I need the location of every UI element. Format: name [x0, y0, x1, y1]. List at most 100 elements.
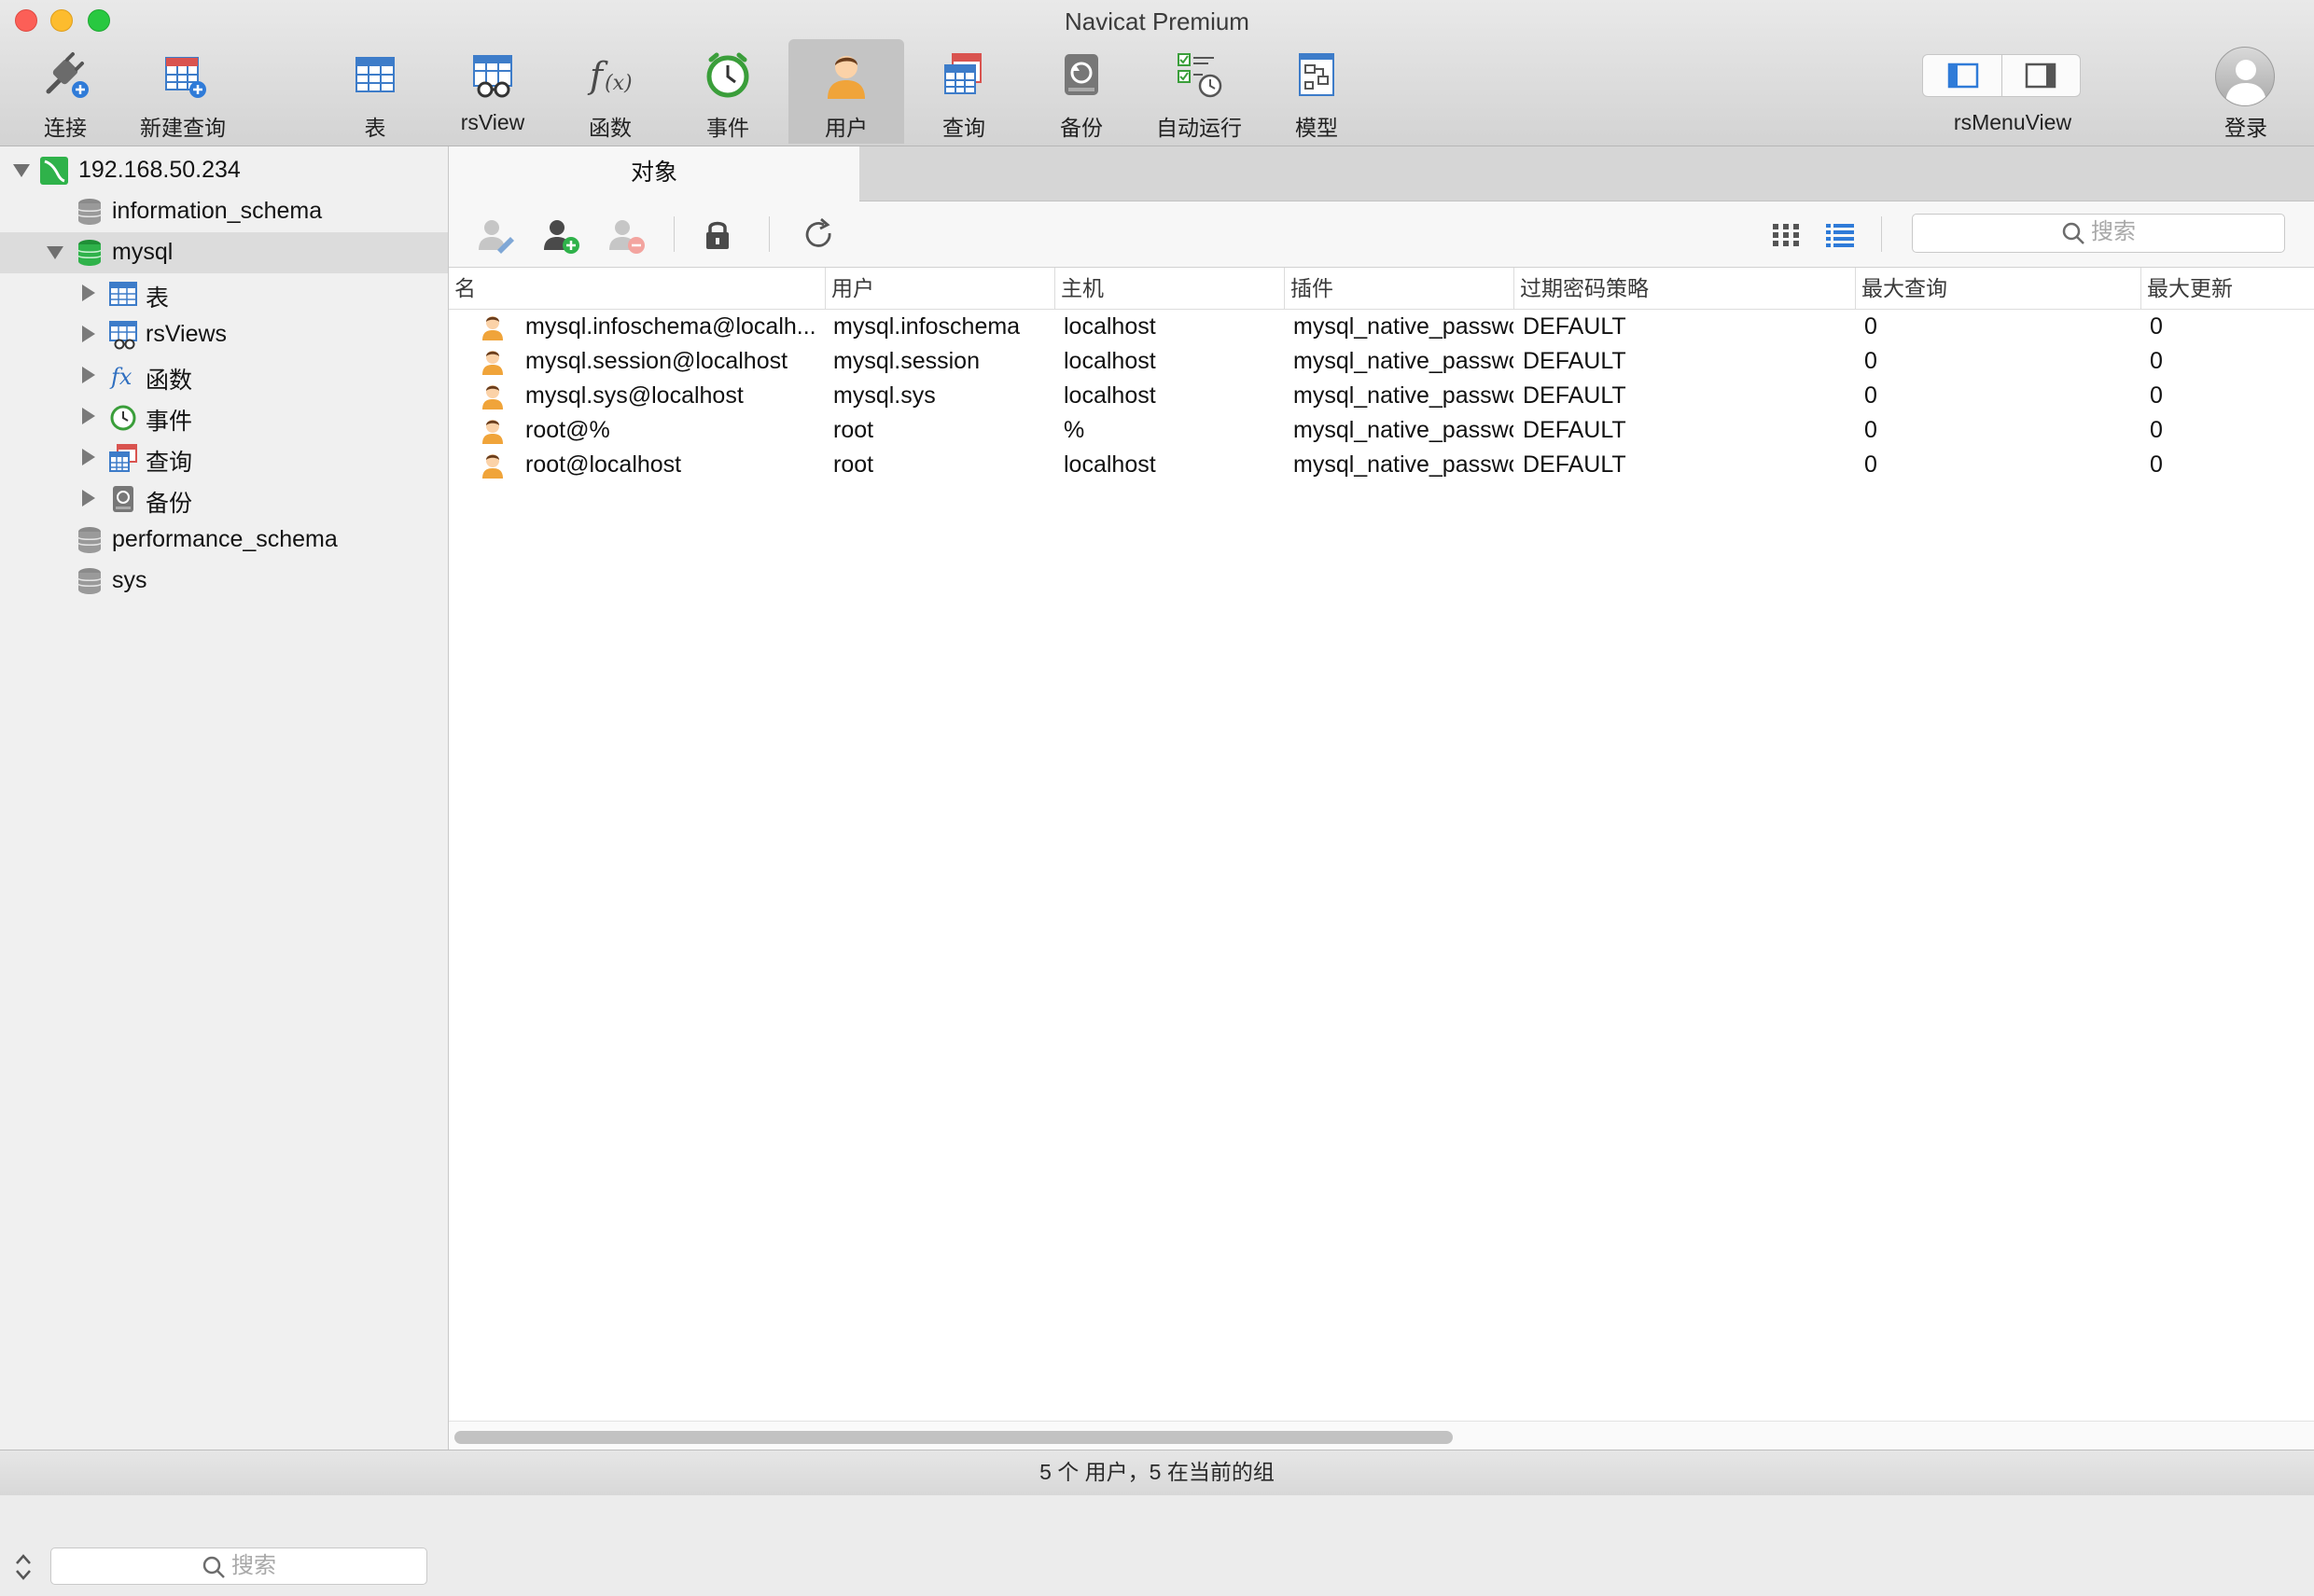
- scrollbar-thumb[interactable]: [454, 1431, 1453, 1444]
- svg-text:(x): (x): [605, 72, 633, 95]
- cell-host: %: [1064, 417, 1085, 443]
- tree-item-tables[interactable]: 表: [0, 273, 448, 314]
- expand-triangle-icon[interactable]: [82, 367, 95, 383]
- column-header-host[interactable]: 主机: [1055, 268, 1285, 309]
- tree-db-sys[interactable]: sys: [0, 561, 448, 602]
- backup-icon: [1065, 54, 1098, 95]
- cell-host: localhost: [1064, 313, 1156, 340]
- toolbar-user-button[interactable]: 用户: [788, 39, 904, 144]
- toolbar-new-query-button[interactable]: 新建查询: [125, 39, 241, 144]
- column-header-plugin[interactable]: 插件: [1285, 268, 1514, 309]
- object-toolbar: 搜索: [449, 201, 2314, 268]
- toolbar-table-button[interactable]: 表: [317, 39, 433, 144]
- cell-name: root@localhost: [525, 451, 682, 478]
- cell-name: mysql.sys@localhost: [525, 382, 744, 409]
- sidebar-search-input[interactable]: 搜索: [50, 1547, 427, 1585]
- toolbar-function-button[interactable]: f (x) 函数: [552, 39, 668, 144]
- tree-item-label: 查询: [146, 450, 193, 476]
- cell-host: localhost: [1064, 348, 1156, 374]
- collapse-triangle-icon[interactable]: [47, 246, 63, 259]
- expand-triangle-icon[interactable]: [82, 408, 95, 424]
- toolbar-table-label: 表: [364, 116, 386, 140]
- toolbar-query-button[interactable]: 查询: [906, 39, 1022, 144]
- event-clock-icon: [110, 405, 136, 431]
- expand-triangle-icon[interactable]: [82, 326, 95, 342]
- object-search-input[interactable]: 搜索: [1912, 214, 2285, 253]
- connection-label: 192.168.50.234: [78, 157, 241, 183]
- sort-arrows-icon[interactable]: [13, 1551, 34, 1583]
- table-row[interactable]: mysql.session@localhost mysql.session lo…: [449, 344, 2314, 379]
- toolbar-automation-button[interactable]: 自动运行: [1141, 39, 1257, 144]
- toolbar-event-button[interactable]: 事件: [670, 39, 786, 144]
- database-label: performance_schema: [112, 526, 338, 552]
- expand-triangle-icon[interactable]: [82, 285, 95, 301]
- toolbar-backup-button[interactable]: 备份: [1024, 39, 1139, 144]
- delete-user-icon[interactable]: [606, 215, 647, 256]
- tree-item-events[interactable]: 事件: [0, 396, 448, 437]
- toolbar-model-button[interactable]: 模型: [1259, 39, 1374, 144]
- lock-icon[interactable]: [697, 215, 738, 256]
- layout-toggle-label: rsMenuView: [1953, 110, 2072, 134]
- database-icon: [77, 527, 102, 553]
- tree-db-information-schema[interactable]: information_schema: [0, 191, 448, 232]
- table-row[interactable]: mysql.sys@localhost mysql.sys localhost …: [449, 379, 2314, 413]
- collapse-triangle-icon[interactable]: [13, 164, 30, 177]
- expand-triangle-icon[interactable]: [82, 449, 95, 465]
- cell-password-expire: DEFAULT: [1523, 451, 1626, 478]
- function-fx-icon: fx: [109, 364, 132, 390]
- toolbar-separator: [674, 216, 675, 252]
- tree-db-mysql[interactable]: mysql: [0, 232, 448, 273]
- edit-user-icon[interactable]: [475, 215, 516, 256]
- table-row[interactable]: root@localhost root localhost mysql_nati…: [449, 448, 2314, 482]
- cell-max-queries: 0: [1864, 417, 1877, 443]
- database-open-icon: [77, 240, 102, 266]
- expand-triangle-icon[interactable]: [82, 490, 95, 507]
- database-icon: [77, 568, 102, 594]
- column-header-user[interactable]: 用户: [826, 268, 1055, 309]
- table-row[interactable]: root@% root % mysql_native_passwc DEFAUL…: [449, 413, 2314, 448]
- tree-item-queries[interactable]: 查询: [0, 437, 448, 479]
- tab-objects[interactable]: 对象: [449, 146, 859, 201]
- tree-item-views[interactable]: rsViews: [0, 314, 448, 355]
- column-header-name[interactable]: 名: [449, 268, 826, 309]
- add-user-icon[interactable]: [540, 215, 581, 256]
- layout-toggle[interactable]: [1922, 54, 2081, 97]
- search-icon: [202, 1556, 225, 1578]
- database-label: mysql: [112, 239, 174, 265]
- right-panel-icon: [2025, 62, 2056, 89]
- tree-item-backups[interactable]: 备份: [0, 479, 448, 520]
- horizontal-scrollbar[interactable]: [449, 1421, 2314, 1450]
- column-header-max-queries[interactable]: 最大查询: [1856, 268, 2141, 309]
- cell-plugin: mysql_native_passwc: [1293, 313, 1513, 340]
- show-right-panel-button[interactable]: [2002, 55, 2081, 96]
- cell-user: mysql.infoschema: [833, 313, 1021, 340]
- toolbar-model-label: 模型: [1295, 116, 1338, 140]
- tree-db-performance-schema[interactable]: performance_schema: [0, 520, 448, 561]
- show-left-panel-button[interactable]: [1923, 55, 2001, 96]
- view-glasses-icon: [109, 321, 137, 350]
- column-header-max-updates[interactable]: 最大更新: [2141, 268, 2314, 309]
- backup-icon: [113, 486, 133, 512]
- query-icon: [109, 444, 137, 472]
- grid-view-icon[interactable]: [1765, 215, 1806, 256]
- tree-item-functions[interactable]: fx 函数: [0, 355, 448, 396]
- refresh-icon[interactable]: [798, 215, 839, 256]
- cell-host: localhost: [1064, 451, 1156, 478]
- toolbar-view-button[interactable]: rsView: [435, 39, 551, 144]
- cell-max-updates: 0: [2150, 382, 2163, 409]
- title-toolbar: Navicat Premium 连接 新建查询 表 rsView f (x) 函…: [0, 0, 2314, 146]
- window-title: Navicat Premium: [1065, 7, 1249, 35]
- view-glasses-icon: [473, 55, 512, 98]
- search-placeholder: 搜索: [2091, 219, 2136, 244]
- toolbar-connect-button[interactable]: 连接: [7, 39, 123, 144]
- column-header-password-expire[interactable]: 过期密码策略: [1514, 268, 1856, 309]
- login-button[interactable]: 登录: [2204, 39, 2288, 144]
- tree-connection[interactable]: 192.168.50.234: [0, 150, 448, 191]
- table-row[interactable]: mysql.infoschema@localh... mysql.infosch…: [449, 310, 2314, 344]
- query-icon: [944, 53, 982, 94]
- user-icon: [482, 351, 503, 375]
- toolbar-connect-label: 连接: [44, 116, 87, 140]
- list-view-icon[interactable]: [1819, 215, 1860, 256]
- table-icon: [355, 57, 395, 92]
- tab-strip: 对象: [449, 146, 2314, 201]
